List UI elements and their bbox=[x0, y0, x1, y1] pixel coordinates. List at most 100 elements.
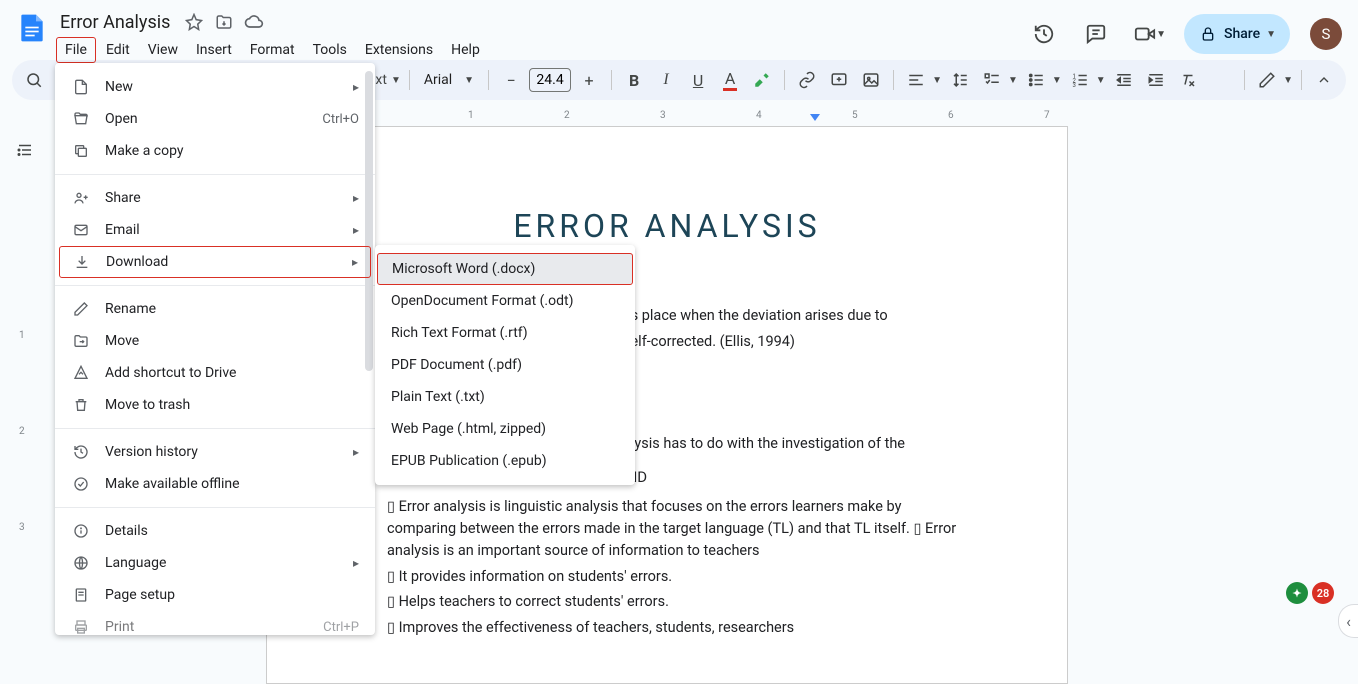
history-icon bbox=[71, 442, 91, 462]
menu-format[interactable]: Format bbox=[242, 38, 303, 62]
align-icon[interactable] bbox=[902, 66, 930, 94]
chevron-down-icon[interactable]: ▼ bbox=[1283, 75, 1293, 86]
file-menu-add-shortcut[interactable]: Add shortcut to Drive bbox=[55, 357, 375, 389]
download-docx[interactable]: Microsoft Word (.docx) bbox=[377, 253, 633, 285]
ruler-tick: 4 bbox=[756, 110, 762, 121]
file-menu-open[interactable]: OpenCtrl+O bbox=[55, 103, 375, 135]
explore-badge-icon[interactable]: ✦ bbox=[1286, 582, 1308, 604]
body-text: ▯ Error analysis is linguistic analysis … bbox=[363, 496, 971, 561]
file-menu-share[interactable]: Share▸ bbox=[55, 182, 375, 214]
text-color-icon[interactable]: A bbox=[716, 66, 744, 94]
comments-icon[interactable] bbox=[1076, 14, 1116, 54]
numbered-list-icon[interactable]: 123 bbox=[1066, 66, 1094, 94]
star-icon[interactable] bbox=[184, 12, 204, 32]
clear-formatting-icon[interactable] bbox=[1174, 66, 1202, 94]
globe-icon bbox=[71, 553, 91, 573]
submenu-arrow-icon: ▸ bbox=[353, 556, 359, 570]
file-menu-trash[interactable]: Move to trash bbox=[55, 389, 375, 421]
meet-button[interactable]: ▼ bbox=[1128, 14, 1172, 54]
file-menu-offline[interactable]: Make available offline bbox=[55, 468, 375, 500]
font-size-input[interactable]: 24.4 bbox=[529, 68, 571, 92]
ruler-tick: 1 bbox=[468, 110, 474, 121]
collapse-toolbar-icon[interactable] bbox=[1310, 66, 1338, 94]
menu-insert[interactable]: Insert bbox=[188, 38, 240, 62]
chevron-down-icon[interactable]: ▼ bbox=[391, 75, 401, 86]
chevron-down-icon[interactable]: ▼ bbox=[1266, 29, 1276, 40]
account-avatar[interactable]: S bbox=[1310, 18, 1342, 50]
underline-icon[interactable]: U bbox=[684, 66, 712, 94]
increase-font-size[interactable]: + bbox=[575, 66, 603, 94]
file-menu-print[interactable]: PrintCtrl+P bbox=[55, 611, 375, 635]
page-setup-icon bbox=[71, 585, 91, 605]
folder-open-icon bbox=[71, 109, 91, 129]
menu-tools[interactable]: Tools bbox=[305, 38, 355, 62]
share-label: Share bbox=[1224, 26, 1260, 42]
chevron-down-icon[interactable]: ▼ bbox=[1008, 75, 1018, 86]
bulleted-list-icon[interactable] bbox=[1022, 66, 1050, 94]
decrease-font-size[interactable]: − bbox=[497, 66, 525, 94]
file-menu-dropdown: New▸ OpenCtrl+O Make a copy Share▸ Email… bbox=[55, 63, 375, 635]
person-add-icon bbox=[71, 188, 91, 208]
download-txt[interactable]: Plain Text (.txt) bbox=[375, 381, 635, 413]
doc-title[interactable]: Error Analysis bbox=[56, 11, 174, 34]
insert-link-icon[interactable] bbox=[793, 66, 821, 94]
file-menu-rename[interactable]: Rename bbox=[55, 293, 375, 325]
increase-indent-icon[interactable] bbox=[1142, 66, 1170, 94]
download-rtf[interactable]: Rich Text Format (.rtf) bbox=[375, 317, 635, 349]
file-menu-version-history[interactable]: Version history▸ bbox=[55, 436, 375, 468]
file-menu-download[interactable]: Download▸ bbox=[59, 246, 371, 278]
ruler-tick: 3 bbox=[660, 110, 666, 121]
email-icon bbox=[71, 220, 91, 240]
submenu-arrow-icon: ▸ bbox=[352, 255, 358, 269]
offline-icon bbox=[71, 474, 91, 494]
docs-home-icon[interactable] bbox=[12, 8, 52, 48]
download-html[interactable]: Web Page (.html, zipped) bbox=[375, 413, 635, 445]
indent-marker-icon[interactable] bbox=[810, 114, 820, 121]
download-pdf[interactable]: PDF Document (.pdf) bbox=[375, 349, 635, 381]
file-menu-make-copy[interactable]: Make a copy bbox=[55, 135, 375, 167]
editing-mode-icon[interactable] bbox=[1253, 66, 1281, 94]
file-menu-email[interactable]: Email▸ bbox=[55, 214, 375, 246]
checklist-icon[interactable] bbox=[978, 66, 1006, 94]
bold-icon[interactable]: B bbox=[620, 66, 648, 94]
highlight-icon[interactable] bbox=[748, 66, 776, 94]
cloud-status-icon[interactable] bbox=[244, 12, 264, 32]
download-epub[interactable]: EPUB Publication (.epub) bbox=[375, 445, 635, 477]
ruler-tick: 7 bbox=[1044, 110, 1050, 121]
download-icon bbox=[72, 252, 92, 272]
download-odt[interactable]: OpenDocument Format (.odt) bbox=[375, 285, 635, 317]
line-spacing-icon[interactable] bbox=[946, 66, 974, 94]
italic-icon[interactable]: I bbox=[652, 66, 680, 94]
file-menu-move[interactable]: Move bbox=[55, 325, 375, 357]
menu-help[interactable]: Help bbox=[443, 38, 488, 62]
outline-toggle-icon[interactable] bbox=[11, 136, 39, 164]
share-button[interactable]: Share ▼ bbox=[1184, 14, 1290, 54]
body-text: ▯ It provides information on students' e… bbox=[363, 566, 971, 588]
file-menu-page-setup[interactable]: Page setup bbox=[55, 579, 375, 611]
menu-extensions[interactable]: Extensions bbox=[357, 38, 441, 62]
move-icon[interactable] bbox=[214, 12, 234, 32]
submenu-arrow-icon: ▸ bbox=[353, 223, 359, 237]
add-comment-icon[interactable] bbox=[825, 66, 853, 94]
insert-image-icon[interactable] bbox=[857, 66, 885, 94]
notification-badge[interactable]: 28 bbox=[1312, 582, 1334, 604]
drive-shortcut-icon bbox=[71, 363, 91, 383]
chevron-down-icon: ▼ bbox=[464, 75, 474, 86]
search-menus-icon[interactable] bbox=[20, 66, 48, 94]
history-icon[interactable] bbox=[1024, 14, 1064, 54]
file-menu-language[interactable]: Language▸ bbox=[55, 547, 375, 579]
file-menu-new[interactable]: New▸ bbox=[55, 71, 375, 103]
folder-move-icon bbox=[71, 331, 91, 351]
chevron-down-icon[interactable]: ▼ bbox=[932, 75, 942, 86]
explore-badges[interactable]: ✦ 28 bbox=[1286, 582, 1334, 604]
vertical-ruler[interactable]: 1 2 3 bbox=[17, 170, 33, 684]
lock-icon bbox=[1200, 26, 1216, 42]
menu-file[interactable]: File bbox=[56, 37, 96, 63]
font-family-dropdown[interactable]: Arial▼ bbox=[418, 72, 480, 88]
decrease-indent-icon[interactable] bbox=[1110, 66, 1138, 94]
menu-edit[interactable]: Edit bbox=[98, 38, 138, 62]
file-menu-details[interactable]: Details bbox=[55, 515, 375, 547]
menu-view[interactable]: View bbox=[140, 38, 186, 62]
chevron-down-icon[interactable]: ▼ bbox=[1052, 75, 1062, 86]
chevron-down-icon[interactable]: ▼ bbox=[1096, 75, 1106, 86]
